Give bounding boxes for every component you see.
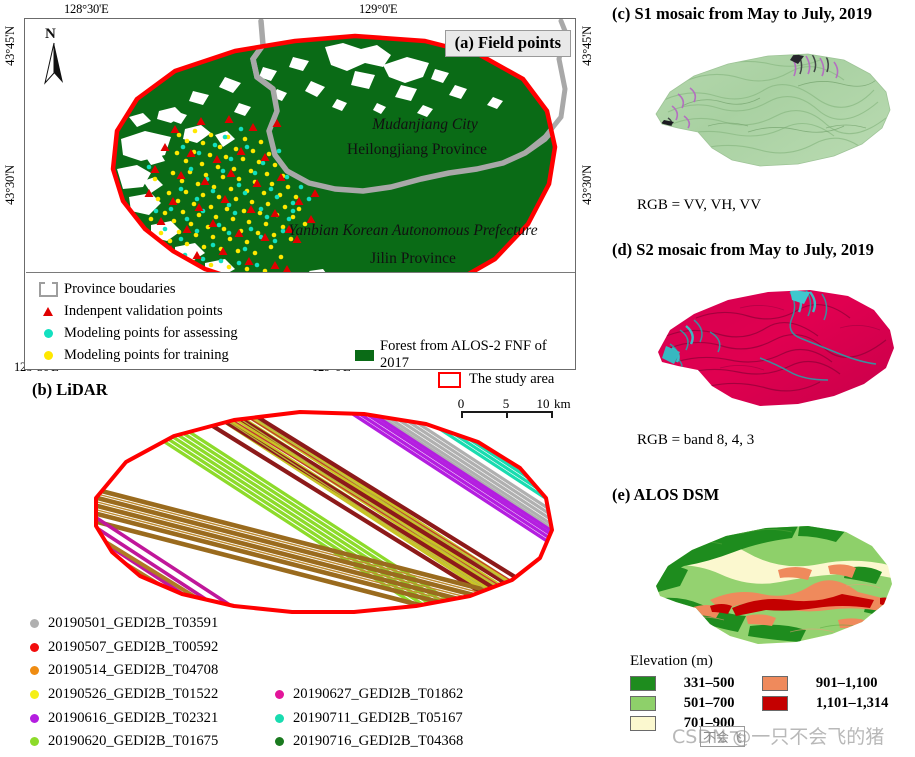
place-label-mudanjiang: Mudanjiang City xyxy=(371,116,478,133)
elev-swatch-icon xyxy=(762,676,789,691)
gedi-dot-icon xyxy=(30,737,39,747)
yellow-dot-icon xyxy=(35,350,61,360)
gedi-legend-col-left: 20190501_GEDI2B_T03591 20190507_GEDI2B_T… xyxy=(30,612,218,754)
panel-c-title: (c) S1 mosaic from May to July, 2019 xyxy=(612,4,872,23)
scale-tick-0: 0 xyxy=(457,396,465,411)
elev-swatch-icon xyxy=(630,676,656,691)
gedi-legend-item: 20190526_GEDI2B_T01522 xyxy=(30,683,218,707)
gedi-track-label: 20190620_GEDI2B_T01675 xyxy=(48,733,219,750)
gedi-legend-item: 20190627_GEDI2B_T01862 xyxy=(275,683,463,707)
gedi-dot-icon xyxy=(30,713,39,723)
gedi-dot-icon xyxy=(275,737,284,747)
scale-tick-2: 10 xyxy=(536,396,550,411)
lidar-svg xyxy=(34,406,579,631)
gedi-legend-item: 20190711_GEDI2B_T05167 xyxy=(275,706,463,730)
panel-a-field-points-map[interactable]: Mudanjiang City Heilongjiang Province Ya… xyxy=(24,18,576,371)
gedi-track-label: 20190507_GEDI2B_T00592 xyxy=(48,638,219,655)
gedi-dot-icon xyxy=(30,619,39,629)
axis-label-right-top: 43°45'N xyxy=(580,26,594,66)
elevation-legend: Elevation (m) 331–500 901–1,100 501–700 … xyxy=(630,653,910,732)
gedi-track-label: 20190501_GEDI2B_T03591 xyxy=(48,615,219,632)
study-area-label: The study area xyxy=(469,371,555,387)
study-area-legend: The study area xyxy=(438,371,554,388)
gedi-track-label: 20190716_GEDI2B_T04368 xyxy=(293,733,464,750)
axis-label-left-top: 43°45'N xyxy=(3,26,17,66)
panel-c-s1-mosaic[interactable] xyxy=(648,32,898,182)
legend-item-province: Province boudaries xyxy=(35,278,238,300)
place-label-jilin: Jilin Province xyxy=(370,250,456,267)
place-label-yanbian: Yanbian Korean Autonomous Prefecture xyxy=(288,222,537,239)
gedi-dot-icon xyxy=(30,666,39,676)
north-arrow-icon: N xyxy=(37,25,71,87)
csdn-watermark-badge: 不会飞 xyxy=(700,726,746,747)
panel-d-title: (d) S2 mosaic from May to July, 2019 xyxy=(612,240,874,259)
panel-d-s2-mosaic[interactable] xyxy=(650,268,900,421)
gedi-track-legend: 20190501_GEDI2B_T03591 20190507_GEDI2B_T… xyxy=(30,612,570,754)
legend-label: Modeling points for training xyxy=(64,346,229,363)
gedi-dot-icon xyxy=(275,713,284,723)
panel-c-caption: RGB = VV, VH, VV xyxy=(637,197,762,213)
gedi-track-label: 20190514_GEDI2B_T04708 xyxy=(48,662,219,679)
elev-class-label: 1,101–1,314 xyxy=(815,695,889,711)
panel-d-caption: RGB = band 8, 4, 3 xyxy=(637,432,755,448)
legend-label: Forest from ALOS-2 FNF of 2017 xyxy=(380,338,547,371)
elev-class-label: 331–500 xyxy=(683,675,735,691)
gedi-legend-item: 20190716_GEDI2B_T04368 xyxy=(275,730,463,754)
s1-mosaic-svg xyxy=(655,53,891,167)
gedi-legend-item: 20190501_GEDI2B_T03591 xyxy=(30,612,218,636)
panel-b-title: (b) LiDAR xyxy=(32,380,108,399)
gedi-dot-icon xyxy=(275,690,284,700)
triangle-marker-icon xyxy=(35,306,61,316)
elev-swatch-icon xyxy=(630,696,656,711)
legend-item-validation: Indenpent validation points xyxy=(35,300,238,322)
panel-a-title: (a) Field points xyxy=(444,30,571,57)
legend-label: Modeling points for assessing xyxy=(64,324,238,341)
legend-label: Indenpent validation points xyxy=(64,302,223,319)
s2-mosaic-svg xyxy=(658,290,894,406)
gedi-legend-col-right: 20190627_GEDI2B_T01862 20190711_GEDI2B_T… xyxy=(275,683,463,754)
gedi-track-label: 20190627_GEDI2B_T01862 xyxy=(293,686,464,703)
forest-swatch-icon xyxy=(351,349,377,361)
lidar-canvas xyxy=(34,406,579,631)
scale-unit: km xyxy=(554,396,571,411)
cyan-dot-icon xyxy=(35,328,61,338)
place-label-heilongjiang: Heilongjiang Province xyxy=(347,141,487,158)
gedi-legend-item: 20190620_GEDI2B_T01675 xyxy=(30,730,218,754)
gedi-dot-icon xyxy=(30,690,39,700)
gedi-track-label: 20190616_GEDI2B_T02321 xyxy=(48,709,219,726)
gedi-legend-item: 20190616_GEDI2B_T02321 xyxy=(30,706,218,730)
legend-item-forest: Forest from ALOS-2 FNF of 2017 xyxy=(351,338,575,371)
axis-label-top-left: 128°30'E xyxy=(64,2,109,16)
elev-class-label: 501–700 xyxy=(683,695,735,711)
panel-e-alos-dsm[interactable] xyxy=(650,508,900,661)
figure-root: 128°30'E 129°0'E 43°45'N 43°30'N 43°45'N… xyxy=(0,0,915,757)
panel-e-title: (e) ALOS DSM xyxy=(612,485,720,504)
province-boundary-swatch-icon xyxy=(35,281,61,297)
axis-label-right-bottom: 43°30'N xyxy=(580,165,594,205)
gedi-legend-item: 20190514_GEDI2B_T04708 xyxy=(30,659,218,683)
axis-label-left-bottom: 43°30'N xyxy=(3,165,17,205)
gedi-legend-item: 20190507_GEDI2B_T00592 xyxy=(30,636,218,660)
legend-item-assessing: Modeling points for assessing xyxy=(35,322,238,344)
gedi-track-label: 20190711_GEDI2B_T05167 xyxy=(293,709,463,726)
scale-bar: 0 5 10 km xyxy=(455,396,571,424)
gedi-track-label: 20190526_GEDI2B_T01522 xyxy=(48,686,219,703)
scale-tick-1: 5 xyxy=(502,396,510,411)
alos-dsm-svg xyxy=(656,526,892,644)
elev-swatch-icon xyxy=(630,716,656,731)
elev-swatch-icon xyxy=(762,696,789,711)
axis-label-top-right: 129°0'E xyxy=(359,2,398,16)
gedi-dot-icon xyxy=(30,642,39,652)
legend-item-training: Modeling points for training xyxy=(35,344,238,366)
study-area-swatch-icon xyxy=(438,371,461,388)
legend-label: Province boudaries xyxy=(64,280,176,297)
svg-text:N: N xyxy=(45,26,56,42)
panel-a-legend: Province boudaries Indenpent validation … xyxy=(26,272,575,371)
elev-class-label: 901–1,100 xyxy=(815,675,878,691)
elevation-legend-title: Elevation (m) xyxy=(630,653,713,669)
